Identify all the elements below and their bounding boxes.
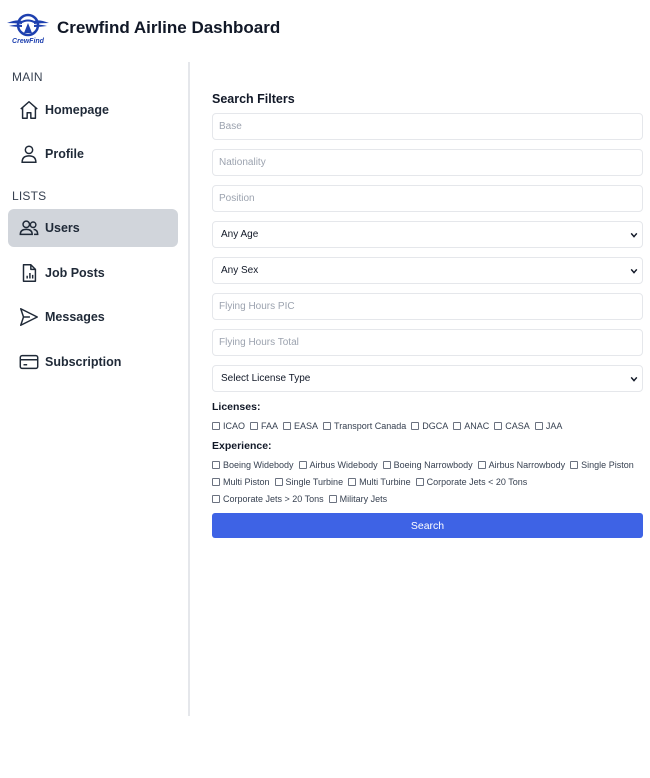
license-checkbox-casa[interactable]: CASA [494,417,530,434]
nationality-input[interactable] [212,149,643,176]
sidebar-item-users[interactable]: Users [8,209,178,247]
license-checkbox-faa[interactable]: FAA [250,417,278,434]
checkbox[interactable] [453,421,462,430]
section-label-lists: LISTS [12,189,47,203]
flying-hours-pic-input[interactable] [212,293,643,320]
sidebar-item-profile[interactable]: Profile [8,135,178,173]
sidebar-item-subscription[interactable]: Subscription [8,343,178,381]
experience-checkbox-boeing-narrowbody[interactable]: Boeing Narrowbody [382,456,473,473]
sidebar-item-label: Messages [45,310,105,324]
checkbox[interactable] [298,460,307,469]
sidebar-item-label: Homepage [45,103,109,117]
app-title: Crewfind Airline Dashboard [57,18,281,37]
chevron-down-icon [630,268,638,274]
checkbox[interactable] [250,421,259,430]
sidebar-item-messages[interactable]: Messages [8,298,178,336]
experience-checkbox-multi-turbine[interactable]: Multi Turbine [348,473,411,490]
sidebar-item-label: Profile [45,147,84,161]
checkbox[interactable] [494,421,503,430]
chevron-down-icon [630,376,638,382]
checkbox[interactable] [274,477,283,486]
sidebar-item-homepage[interactable]: Homepage [8,91,178,129]
user-icon [18,143,40,165]
experience-checkbox-single-piston[interactable]: Single Piston [570,456,634,473]
search-button[interactable]: Search [212,513,643,538]
position-input[interactable] [212,185,643,212]
checkbox[interactable] [212,421,220,430]
license-checkbox-dgca[interactable]: DGCA [411,417,448,434]
age-select-value: Any Age [221,229,259,240]
checkbox[interactable] [328,494,337,503]
send-icon [18,306,40,328]
checkbox[interactable] [212,460,220,469]
experience-checkbox-group: Boeing Widebody Airbus Widebody Boeing N… [212,456,643,507]
experience-checkbox-airbus-narrowbody[interactable]: Airbus Narrowbody [477,456,565,473]
experience-checkbox-military-jets[interactable]: Military Jets [328,490,387,507]
checkbox[interactable] [534,421,543,430]
licenses-label: Licenses: [212,401,261,413]
license-checkbox-transport-canada[interactable]: Transport Canada [323,417,406,434]
search-filters-panel: Search Filters Any Age Any Sex Select Li… [212,92,643,538]
checkbox[interactable] [477,460,486,469]
experience-checkbox-single-turbine[interactable]: Single Turbine [274,473,343,490]
users-icon [18,217,40,239]
filters-title: Search Filters [212,92,295,106]
sidebar: MAIN Homepage Profile LISTS Users Job Po… [0,62,190,716]
header: CrewFind Crewfind Airline Dashboard [0,0,650,60]
section-label-main: MAIN [12,70,43,84]
license-checkbox-easa[interactable]: EASA [283,417,318,434]
sidebar-item-label: Users [45,221,80,235]
experience-checkbox-airbus-widebody[interactable]: Airbus Widebody [298,456,378,473]
license-checkbox-icao[interactable]: ICAO [212,417,245,434]
base-input[interactable] [212,113,643,140]
home-icon [18,99,40,121]
experience-checkbox-corporate-jets-over-20[interactable]: Corporate Jets > 20 Tons [212,490,324,507]
checkbox[interactable] [570,460,579,469]
experience-checkbox-boeing-widebody[interactable]: Boeing Widebody [212,456,294,473]
checkbox[interactable] [382,460,391,469]
sex-select-value: Any Sex [221,265,259,276]
checkbox[interactable] [348,477,357,486]
license-checkbox-anac[interactable]: ANAC [453,417,489,434]
sidebar-item-label: Subscription [45,355,122,369]
experience-checkbox-multi-piston[interactable]: Multi Piston [212,473,270,490]
license-checkbox-jaa[interactable]: JAA [534,417,562,434]
experience-checkbox-corporate-jets-under-20[interactable]: Corporate Jets < 20 Tons [415,473,527,490]
checkbox[interactable] [283,421,292,430]
licenses-checkbox-group: ICAO FAA EASA Transport Canada DGCA ANAC… [212,417,643,434]
experience-label: Experience: [212,440,272,452]
chevron-down-icon [630,232,638,238]
license-type-select[interactable]: Select License Type [212,365,643,392]
checkbox[interactable] [212,477,220,486]
document-chart-icon [18,262,40,284]
checkbox[interactable] [323,421,332,430]
checkbox[interactable] [411,421,420,430]
logo-text: CrewFind [12,38,44,45]
checkbox[interactable] [212,494,220,503]
sex-select[interactable]: Any Sex [212,257,643,284]
license-type-select-value: Select License Type [221,373,311,384]
sidebar-item-label: Job Posts [45,266,105,280]
age-select[interactable]: Any Age [212,221,643,248]
checkbox[interactable] [415,477,424,486]
sidebar-item-job-posts[interactable]: Job Posts [8,254,178,292]
flying-hours-total-input[interactable] [212,329,643,356]
credit-card-icon [18,351,40,373]
